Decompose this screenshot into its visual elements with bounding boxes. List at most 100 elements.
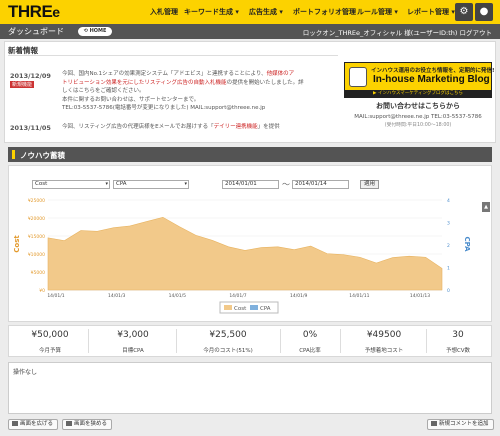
stat-value: ¥3,000 — [117, 330, 149, 340]
x-tick-label: 14/01/7 — [229, 293, 246, 299]
news-body: 今回、リスティング広告の代理店様をEメールでお届けする「デイリー連携機能」を提供 — [62, 123, 342, 132]
stat-label: 今月予算 — [38, 348, 61, 354]
metric-select-2[interactable]: CPA ▾ — [113, 180, 189, 189]
header-accent — [12, 150, 15, 159]
x-tick-label: 14/01/11 — [349, 293, 369, 299]
stat-value: ¥50,000 — [31, 330, 69, 340]
logo[interactable]: THREe — [8, 3, 60, 21]
news-text: の提供を開始いたしました。詳 — [226, 79, 304, 86]
stat-value: ¥49500 — [366, 330, 402, 340]
chevron-down-icon: ▾ — [184, 181, 187, 187]
stat-item: ¥49500 予想着地コスト — [342, 330, 426, 354]
user-info[interactable]: ロックオン_THREe_オフィシャル 様(ユーザーID:th) ログアウト — [303, 27, 492, 37]
apply-button[interactable]: 適用 — [360, 180, 380, 189]
x-tick-label: 14/01/1 — [47, 293, 64, 299]
news-text: 本件に関するお問い合わせは、サポートセンターまで。 — [62, 96, 200, 103]
sub-bar: ダッシュボード ⟲ HOME ロックオン_THREe_オフィシャル 様(ユーザー… — [0, 24, 500, 39]
news-text: 今回、国内No.1シェアの効果測定システム「アドエビス」と連携することにより、 — [62, 71, 267, 77]
banner-link[interactable]: ▶ インハウスマーケティングブログはこちら — [345, 90, 491, 97]
stat-value: 30 — [452, 330, 464, 340]
x-tick-label: 14/01/5 — [169, 293, 186, 299]
home-label: HOME — [89, 28, 107, 34]
nav-report[interactable]: レポート管理 ▾ — [407, 0, 455, 24]
y2-tick-labels: 4 3 2 1 0 — [447, 198, 450, 294]
y-tick-label: ¥5000 — [31, 270, 45, 276]
stat-divider — [176, 329, 177, 353]
y2-tick-label: 3 — [447, 221, 450, 227]
mascot-icon — [349, 67, 367, 87]
expand-icon — [12, 421, 18, 426]
stat-divider — [340, 329, 341, 353]
nav-keyword[interactable]: キーワード生成 ▾ — [184, 0, 239, 24]
stat-label: 今月のコスト(51%) — [203, 348, 253, 354]
nav-label: ルール管理 ▾ — [357, 8, 398, 16]
news-text: 」を提供 — [257, 124, 280, 130]
chevron-down-icon: ▾ — [105, 181, 108, 187]
home-icon: ⟲ — [83, 28, 88, 34]
y2-tick-label: 1 — [447, 266, 450, 272]
y-tick-label: ¥10000 — [28, 252, 45, 258]
nav-label: 入札管理 — [150, 8, 178, 16]
button-label: 画面を広げる — [20, 421, 54, 427]
y2-tick-label: 0 — [447, 288, 450, 294]
shrink-button[interactable]: 画面を狭める — [62, 419, 113, 430]
page-title: ダッシュボード — [8, 27, 64, 36]
stat-item: ¥25,500 今月のコスト(51%) — [178, 330, 278, 354]
news-date: 2013/11/05 — [10, 124, 51, 132]
legend-swatch-cpa — [250, 305, 258, 310]
date-to-input[interactable]: 2014/01/14 — [292, 180, 349, 189]
top-bar: THREe 入札管理 キーワード生成 ▾ 広告生成 ▾ ポートフォリオ管理 ルー… — [0, 0, 500, 24]
stat-item: 0% CPA比率 — [282, 330, 338, 354]
y-tick-labels: ¥25000 ¥20000 ¥15000 ¥10000 ¥5000 ¥0 — [28, 198, 45, 294]
news-text: 今回、リスティング広告の代理店様をEメールでお届けする「 — [62, 124, 214, 130]
user-icon[interactable]: ● — [475, 3, 493, 21]
stat-label: 目標CPA — [122, 348, 144, 354]
chart-legend: Cost CPA — [219, 301, 279, 314]
y-tick-label: ¥15000 — [28, 234, 45, 240]
contact-line[interactable]: MAIL:support@threee.ne.jp TEL:03-5537-57… — [344, 114, 492, 120]
y-tick-label: ¥25000 — [28, 198, 45, 204]
nav-label: キーワード生成 ▾ — [184, 8, 239, 16]
x-tick-labels: 14/01/1 14/01/3 14/01/5 14/01/7 14/01/9 14/01… — [47, 293, 430, 299]
gear-icon[interactable]: ⚙ — [455, 3, 473, 21]
stat-label: 予想CV数 — [445, 348, 471, 354]
y2-tick-label: 4 — [447, 198, 450, 204]
select-value: Cost — [35, 181, 48, 187]
nav-bid[interactable]: 入札管理 — [150, 0, 178, 24]
news-divider — [8, 55, 338, 56]
nav-label: 広告生成 ▾ — [249, 8, 283, 16]
stat-label: CPA比率 — [299, 348, 321, 354]
nav-ad[interactable]: 広告生成 ▾ — [249, 0, 283, 24]
scroll-up-icon[interactable]: ▲ — [482, 202, 490, 212]
comment-text: 操作なし — [13, 369, 38, 376]
nav-rule[interactable]: ルール管理 ▾ — [357, 0, 398, 24]
knowhow-header: ノウハウ蓄積 — [8, 147, 492, 162]
stat-divider — [88, 329, 89, 353]
contact-info: お問い合わせはこちらから MAIL:support@threee.ne.jp T… — [344, 101, 492, 128]
shrink-icon — [66, 421, 72, 426]
select-value: CPA — [116, 181, 127, 187]
nav-portfolio[interactable]: ポートフォリオ管理 — [293, 0, 356, 24]
blog-banner[interactable]: インハウス運用のお役立ち情報を、定期的に発信! In-house Marketi… — [344, 62, 495, 98]
expand-button[interactable]: 画面を広げる — [8, 419, 59, 430]
add-comment-button[interactable]: 新規コメントを追加 — [427, 419, 494, 430]
stat-value: 0% — [302, 330, 318, 340]
legend-label-cost: Cost — [234, 306, 247, 312]
new-feature-badge: 新規機能 — [10, 81, 35, 88]
banner-title: In-house Marketing Blog — [373, 74, 490, 85]
nav-label: ポートフォリオ管理 — [293, 8, 356, 16]
comment-area[interactable]: 操作なし — [8, 362, 492, 414]
button-label: 新規コメントを追加 — [439, 421, 489, 427]
x-tick-label: 14/01/3 — [108, 293, 125, 299]
stat-divider — [280, 329, 281, 353]
y2-axis-label: CPA — [463, 236, 471, 252]
date-from-input[interactable]: 2014/01/01 — [222, 180, 279, 189]
news-highlight: トリビューション効果を元にしたリスティング広告の自動入札機能 — [62, 79, 227, 86]
news-text[interactable]: しくはこちらをご確認ください。 — [62, 87, 342, 96]
y-tick-label: ¥0 — [39, 288, 45, 294]
home-button[interactable]: ⟲ HOME — [78, 27, 112, 36]
nav-label: レポート管理 ▾ — [407, 8, 455, 16]
metric-select-1[interactable]: Cost ▾ — [32, 180, 110, 189]
news-highlight: デイリー連携機能 — [213, 124, 258, 130]
legend-label-cpa: CPA — [260, 306, 271, 312]
